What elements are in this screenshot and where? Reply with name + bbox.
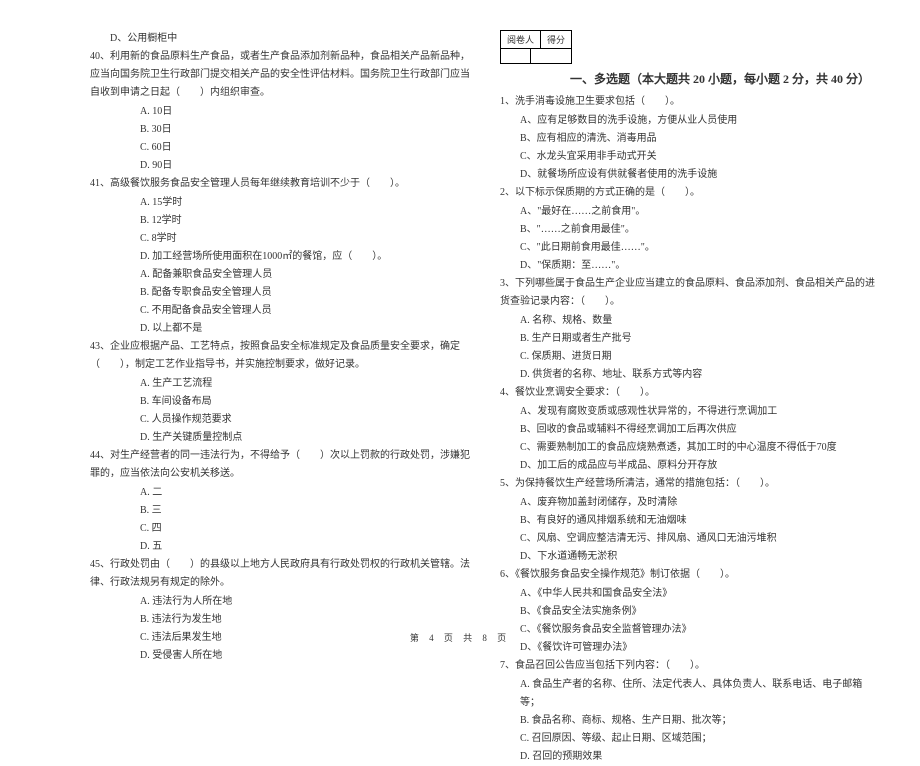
rq2-d: D、"保质期：至……"。 xyxy=(500,257,880,275)
q40-opt-b: B. 30日 xyxy=(90,121,470,139)
rq5-b: B、有良好的通风排烟系统和无油烟味 xyxy=(500,512,880,530)
rq4-stem: 4、餐饮业烹调安全要求：（ ）。 xyxy=(500,384,880,402)
q40-opt-d: D. 90日 xyxy=(90,157,470,175)
rq2-c: C、"此日期前食用最佳……"。 xyxy=(500,239,880,257)
q45-opt-a: A. 违法行为人所在地 xyxy=(90,593,470,611)
rq7-d: D. 召回的预期效果 xyxy=(500,748,880,766)
rq1-d: D、就餐场所应设有供就餐者使用的洗手设施 xyxy=(500,166,880,184)
q41-opt-b: B. 12学时 xyxy=(90,212,470,230)
page-footer: 第 4 页 共 8 页 xyxy=(0,631,920,644)
q40-opt-c: C. 60日 xyxy=(90,139,470,157)
rq3-d: D. 供货者的名称、地址、联系方式等内容 xyxy=(500,366,880,384)
section-title: 一、多选题（本大题共 20 小题，每小题 2 分，共 40 分） xyxy=(570,70,880,87)
q43-opt-b: B. 车间设备布局 xyxy=(90,393,470,411)
q41-opt-a: A. 15学时 xyxy=(90,194,470,212)
rq1-a: A、应有足够数目的洗手设施，方便从业人员使用 xyxy=(500,112,880,130)
q42-opt-b: B. 配备专职食品安全管理人员 xyxy=(90,284,470,302)
rq6-b: B、《食品安全法实施条例》 xyxy=(500,603,880,621)
rq3-b: B. 生产日期或者生产批号 xyxy=(500,330,880,348)
rq3-a: A. 名称、规格、数量 xyxy=(500,312,880,330)
rq7-a: A. 食品生产者的名称、住所、法定代表人、具体负责人、联系电话、电子邮箱等； xyxy=(500,676,880,712)
q44-opt-b: B. 三 xyxy=(90,502,470,520)
q40-opt-a: A. 10日 xyxy=(90,103,470,121)
rq1-b: B、应有相应的清洗、消毒用品 xyxy=(500,130,880,148)
q41-stem: 41、高级餐饮服务食品安全管理人员每年继续教育培训不少于（ ）。 xyxy=(90,175,470,193)
q44-stem: 44、对生产经营者的同一违法行为，不得给予（ ）次以上罚款的行政处罚，涉嫌犯罪的… xyxy=(90,447,470,483)
q41-opt-c: C. 8学时 xyxy=(90,230,470,248)
rq3-c: C. 保质期、进货日期 xyxy=(500,348,880,366)
q42-opt-d: D. 以上都不是 xyxy=(90,320,470,338)
rq2-a: A、"最好在……之前食用"。 xyxy=(500,203,880,221)
rq5-a: A、废弃物加盖封闭储存，及时清除 xyxy=(500,494,880,512)
rq7-c: C. 召回原因、等级、起止日期、区域范围； xyxy=(500,730,880,748)
score-label-score: 得分 xyxy=(541,31,571,48)
q43-opt-a: A. 生产工艺流程 xyxy=(90,375,470,393)
rq4-a: A、发现有腐败变质或感观性状异常的，不得进行烹调加工 xyxy=(500,403,880,421)
score-label-reviewer: 阅卷人 xyxy=(501,31,541,48)
rq5-stem: 5、为保持餐饮生产经营场所清洁，通常的措施包括：（ ）。 xyxy=(500,475,880,493)
q45-opt-b: B. 违法行为发生地 xyxy=(90,611,470,629)
q42-opt-c: C. 不用配备食品安全管理人员 xyxy=(90,302,470,320)
rq2-stem: 2、以下标示保质期的方式正确的是（ ）。 xyxy=(500,184,880,202)
rq5-c: C、风扇、空调应整洁清无污、排风扇、通风口无油污堆积 xyxy=(500,530,880,548)
rq4-d: D、加工后的成品应与半成品、原料分开存放 xyxy=(500,457,880,475)
right-column: 阅卷人 得分 一、多选题（本大题共 20 小题，每小题 2 分，共 40 分） … xyxy=(500,30,880,610)
rq1-c: C、水龙头宜采用非手动式开关 xyxy=(500,148,880,166)
rq6-a: A、《中华人民共和国食品安全法》 xyxy=(500,585,880,603)
rq6-stem: 6、《餐饮服务食品安全操作规范》制订依据（ ）。 xyxy=(500,566,880,584)
rq3-stem: 3、下列哪些属于食品生产企业应当建立的食品原料、食品添加剂、食品相关产品的进货查… xyxy=(500,275,880,311)
left-column: D、公用橱柜中 40、利用新的食品原料生产食品，或者生产食品添加剂新品种，食品相… xyxy=(90,30,470,610)
rq7-b: B. 食品名称、商标、规格、生产日期、批次等； xyxy=(500,712,880,730)
rq1-stem: 1、洗手消毒设施卫生要求包括（ ）。 xyxy=(500,93,880,111)
q43-opt-c: C. 人员操作规范要求 xyxy=(90,411,470,429)
q40-stem: 40、利用新的食品原料生产食品，或者生产食品添加剂新品种，食品相关产品新品种，应… xyxy=(90,48,470,102)
rq5-d: D、下水道通畅无淤积 xyxy=(500,548,880,566)
q43-stem: 43、企业应根据产品、工艺特点，按照食品安全标准规定及食品质量安全要求，确定（ … xyxy=(90,338,470,374)
two-column-layout: D、公用橱柜中 40、利用新的食品原料生产食品，或者生产食品添加剂新品种，食品相… xyxy=(90,30,880,610)
q44-opt-c: C. 四 xyxy=(90,520,470,538)
score-box: 阅卷人 得分 xyxy=(500,30,572,64)
rq2-b: B、"……之前食用最佳"。 xyxy=(500,221,880,239)
q44-opt-a: A. 二 xyxy=(90,484,470,502)
q44-opt-d: D. 五 xyxy=(90,538,470,556)
q45-stem: 45、行政处罚由（ ）的县级以上地方人民政府具有行政处罚权的行政机关管辖。法律、… xyxy=(90,556,470,592)
rq7-stem: 7、食品召回公告应当包括下列内容：（ ）。 xyxy=(500,657,880,675)
rq4-b: B、回收的食品或辅料不得经烹调加工后再次供应 xyxy=(500,421,880,439)
score-blank-1 xyxy=(501,49,531,63)
rq4-c: C、需要熟制加工的食品应烧熟煮透，其加工时的中心温度不得低于70度 xyxy=(500,439,880,457)
score-blank-2 xyxy=(531,49,561,63)
q42-stem: D. 加工经营场所使用面积在1000㎡的餐馆，应（ ）。 xyxy=(90,248,470,266)
q42-opt-a: A. 配备兼职食品安全管理人员 xyxy=(90,266,470,284)
q43-opt-d: D. 生产关键质量控制点 xyxy=(90,429,470,447)
q39-option-d: D、公用橱柜中 xyxy=(90,30,470,48)
